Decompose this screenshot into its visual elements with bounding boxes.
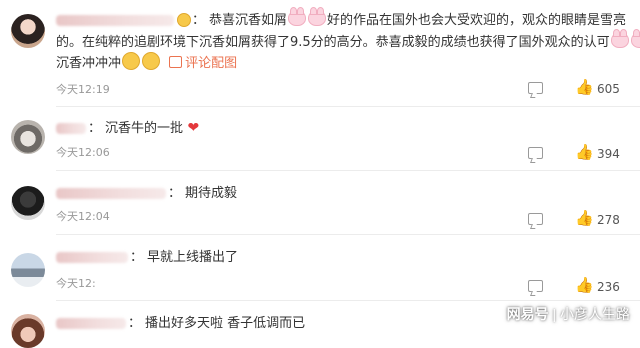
avatar[interactable] (11, 120, 45, 154)
colon: ： (192, 13, 206, 28)
comment-text: ：早就上线播出了 (56, 247, 238, 268)
emoji-icon (122, 52, 141, 70)
watermark-logo: 网易号 (506, 306, 549, 322)
pig-emoji-icon (308, 7, 327, 26)
comment-item: ：沉香牛的一批 ❤ 今天12:06 👍 394 (0, 108, 640, 171)
like-count: 278 (597, 213, 620, 227)
timestamp: 今天12:19 (56, 83, 110, 96)
reply-icon[interactable] (528, 280, 543, 292)
timestamp: 今天12:06 (56, 146, 110, 159)
watermark-separator: | (552, 306, 557, 322)
username[interactable] (56, 188, 166, 199)
comment-item: ：早就上线播出了 今天12: 👍 236 (0, 234, 640, 301)
timestamp: 今天12:04 (56, 210, 110, 223)
picture-icon (169, 56, 183, 68)
comment-item: ：期待成毅 今天12:04 👍 278 (0, 171, 640, 235)
comment-text-part: 的。在纯粹的追剧环境下沉香如屑获得了9.5分的高分。恭喜成毅的成绩也获得了国外观… (56, 35, 610, 50)
reply-icon[interactable] (528, 213, 543, 225)
comment-text-part: 沉香牛的一批 (105, 121, 184, 136)
like-count: 394 (597, 147, 620, 161)
colon: ： (168, 186, 182, 201)
comment-text-part: 早就上线播出了 (147, 250, 239, 265)
colon: ： (128, 316, 142, 331)
comment-text-part: 好的作品在国外也会大受欢迎的，观众的眼睛是雪亮 (327, 13, 627, 28)
emoji-icon (142, 52, 161, 70)
avatar[interactable] (11, 253, 45, 287)
emoji-icon (177, 13, 191, 27)
comment-text-part: 沉香冲冲冲 (56, 56, 122, 71)
heart-icon: ❤ (183, 120, 200, 136)
comment-text: ：播出好多天啦 香子低调而已 (56, 313, 305, 334)
avatar[interactable] (11, 14, 45, 48)
comment-text: ：期待成毅 (56, 183, 237, 204)
divider (56, 106, 640, 107)
comment-text-part: 恭喜沉香如屑 (209, 13, 288, 28)
username[interactable] (56, 318, 126, 329)
like-icon[interactable]: 👍 (575, 276, 594, 294)
comment-text-line2: 的。在纯粹的追剧环境下沉香如屑获得了9.5分的高分。恭喜成毅的成绩也获得了国外观… (56, 29, 640, 53)
username[interactable] (56, 15, 174, 26)
comment-text-part: 播出好多天啦 香子低调而已 (145, 316, 306, 331)
reply-icon[interactable] (528, 82, 543, 94)
avatar[interactable] (11, 314, 45, 348)
comment-text-part: 期待成毅 (185, 186, 238, 201)
like-icon[interactable]: 👍 (575, 143, 594, 161)
pig-emoji-icon (288, 7, 307, 26)
pig-emoji-icon (630, 29, 640, 48)
reply-icon[interactable] (528, 147, 543, 159)
comment-text: ：沉香牛的一批 ❤ (56, 118, 199, 139)
watermark: 网易号 | 小彦人生路 (507, 304, 630, 324)
like-icon[interactable]: 👍 (575, 209, 594, 227)
like-icon[interactable]: 👍 (575, 78, 594, 96)
comment-text: ：恭喜沉香如屑 好的作品在国外也会大受欢迎的，观众的眼睛是雪亮 (56, 7, 627, 31)
picture-link[interactable]: 评论配图 (185, 56, 237, 71)
watermark-account: 小彦人生路 (560, 306, 630, 322)
like-count: 236 (597, 280, 620, 294)
like-count: 605 (597, 82, 620, 96)
colon: ： (88, 121, 102, 136)
timestamp: 今天12: (56, 277, 96, 290)
pig-emoji-icon (610, 29, 629, 48)
colon: ： (130, 250, 144, 265)
comment-item: ：恭喜沉香如屑 好的作品在国外也会大受欢迎的，观众的眼睛是雪亮 的。在纯粹的追剧环… (0, 0, 640, 108)
comment-text-line3: 沉香冲冲冲 评论配图 (56, 52, 237, 74)
username[interactable] (56, 123, 86, 134)
avatar[interactable] (11, 186, 45, 220)
username[interactable] (56, 252, 128, 263)
